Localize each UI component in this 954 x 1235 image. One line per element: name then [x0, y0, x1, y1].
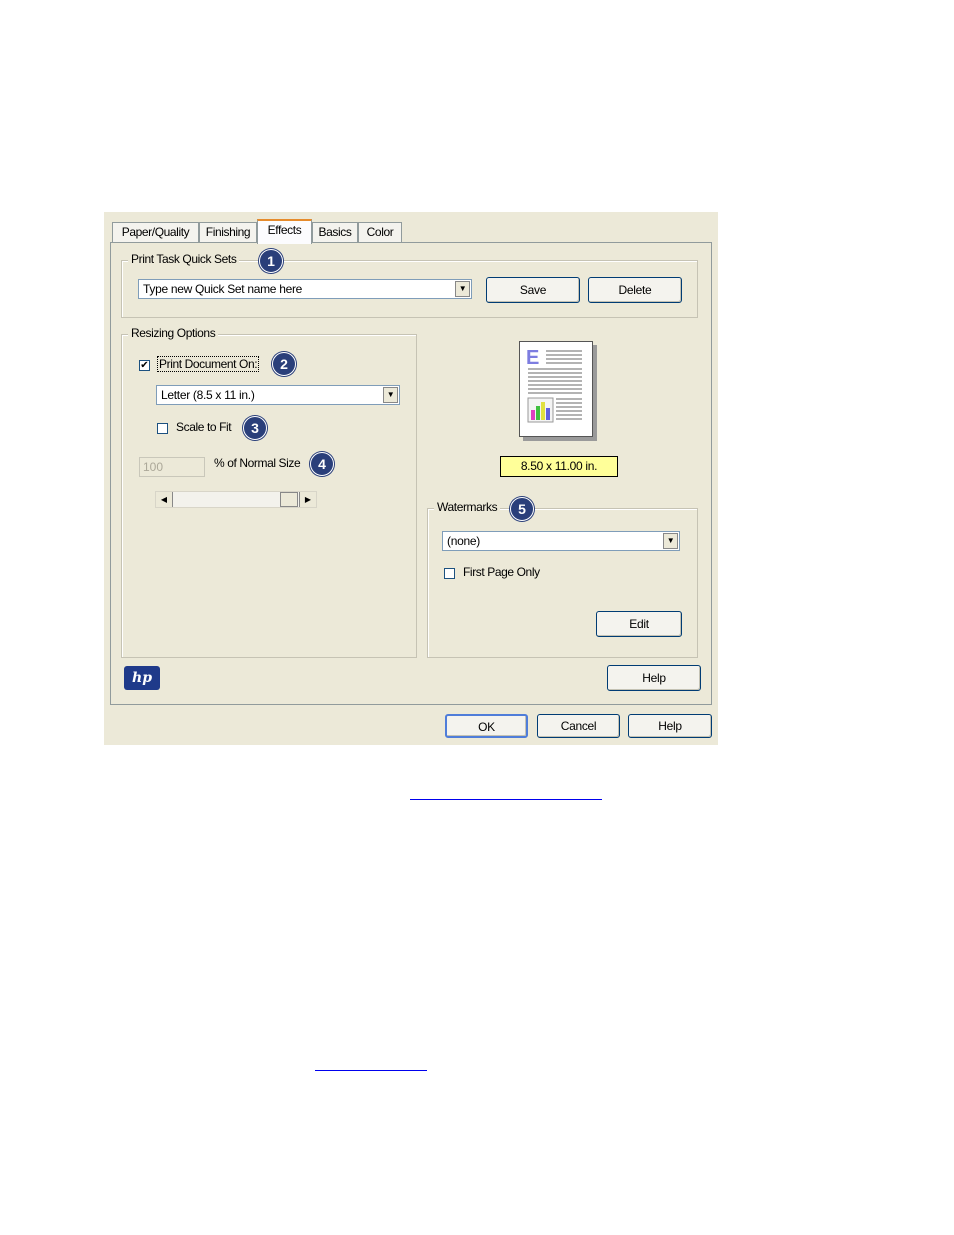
scroll-left-icon[interactable]: ◀	[156, 492, 173, 507]
callout-1: 1	[259, 249, 283, 273]
quick-set-combo-value: Type new Quick Set name here	[143, 282, 303, 296]
scale-to-fit-checkbox[interactable]	[157, 423, 168, 434]
paper-size-combo-value: Letter (8.5 x 11 in.)	[161, 388, 255, 402]
watermarks-legend: Watermarks	[434, 500, 501, 514]
chevron-down-icon[interactable]: ▼	[663, 533, 678, 549]
hp-logo: hp	[124, 666, 160, 690]
page: { "tabs": ["Paper/Quality", "Finishing",…	[0, 0, 954, 1235]
watermarks-group: Watermarks 5 (none) ▼ First Page Only Ed…	[427, 497, 698, 658]
edit-button[interactable]: Edit	[596, 611, 682, 637]
callout-4: 4	[310, 452, 334, 476]
first-page-only-label[interactable]: First Page Only	[463, 565, 540, 579]
printer-properties-dialog: Paper/Quality Finishing Effects Basics C…	[104, 212, 718, 745]
page-preview-icon: E	[519, 341, 593, 437]
percent-label: % of Normal Size	[214, 456, 301, 470]
preview-graphic: E	[526, 347, 582, 423]
chevron-down-icon[interactable]: ▼	[383, 387, 398, 403]
tab-effects[interactable]: Effects	[257, 219, 312, 244]
resizing-options-group: Resizing Options ✔ Print Document On: 2 …	[121, 326, 417, 658]
watermark-combo-value: (none)	[447, 534, 480, 548]
help-button[interactable]: Help	[628, 714, 712, 738]
delete-button[interactable]: Delete	[588, 277, 682, 303]
quick-sets-legend: Print Task Quick Sets	[128, 252, 240, 266]
effects-tab-panel: Print Task Quick Sets 1 Type new Quick S…	[110, 242, 712, 705]
tab-paper-quality[interactable]: Paper/Quality	[112, 222, 199, 242]
scale-scrollbar[interactable]: ◀ ▶	[155, 491, 317, 508]
save-button[interactable]: Save	[486, 277, 580, 303]
paper-size-combo[interactable]: Letter (8.5 x 11 in.) ▼	[156, 385, 400, 405]
svg-text:E: E	[526, 347, 539, 369]
paper-size-label: 8.50 x 11.00 in.	[500, 456, 618, 477]
callout-5: 5	[510, 497, 534, 521]
scroll-thumb[interactable]	[280, 492, 298, 507]
tab-finishing[interactable]: Finishing	[199, 222, 257, 242]
callout-3: 3	[243, 416, 267, 440]
print-document-on-label[interactable]: Print Document On:	[157, 356, 260, 372]
link-underline[interactable]	[315, 1070, 427, 1071]
chevron-down-icon[interactable]: ▼	[455, 281, 470, 297]
quick-set-combo[interactable]: Type new Quick Set name here ▼	[138, 279, 472, 299]
cancel-button[interactable]: Cancel	[537, 714, 620, 738]
first-page-only-checkbox[interactable]	[444, 568, 455, 579]
ok-button[interactable]: OK	[445, 714, 528, 738]
quick-sets-group: Print Task Quick Sets 1 Type new Quick S…	[121, 249, 698, 318]
percent-input[interactable]: 100	[139, 457, 205, 477]
tab-color[interactable]: Color	[358, 222, 402, 242]
panel-help-button[interactable]: Help	[607, 665, 701, 691]
watermark-combo[interactable]: (none) ▼	[442, 531, 680, 551]
resizing-options-legend: Resizing Options	[128, 326, 219, 340]
print-document-on-checkbox[interactable]: ✔	[139, 360, 150, 371]
scale-to-fit-label[interactable]: Scale to Fit	[176, 420, 232, 434]
callout-2: 2	[272, 352, 296, 376]
link-underline[interactable]	[410, 799, 602, 800]
tab-basics[interactable]: Basics	[312, 222, 358, 242]
scroll-right-icon[interactable]: ▶	[299, 492, 316, 507]
